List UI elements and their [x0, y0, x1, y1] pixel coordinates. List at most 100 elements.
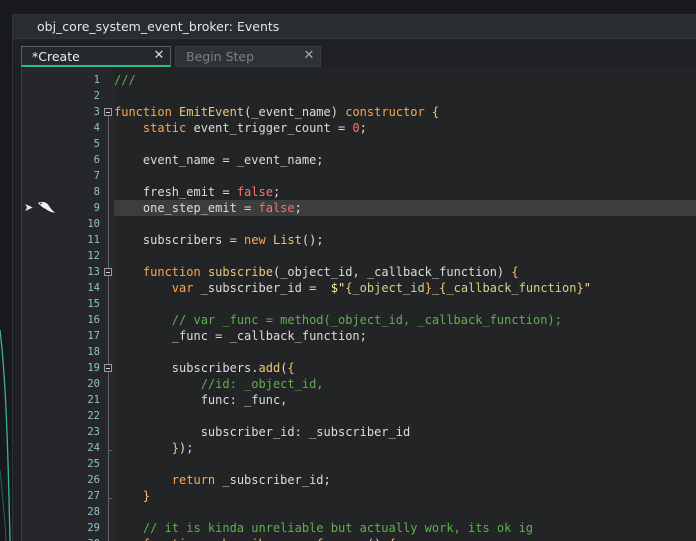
line-number: 10 [87, 218, 100, 230]
code-token: { [511, 265, 519, 279]
code-line[interactable]: // var _func = method(_object_id, _callb… [114, 312, 562, 328]
code-token: { [287, 361, 295, 375]
code-token: ; [359, 121, 367, 135]
code-line[interactable]: one_step_emit = false; [114, 200, 302, 216]
code-line[interactable]: // it is kinda unreliable but actually w… [114, 520, 533, 536]
code-line[interactable]: return _subscriber_id; [114, 472, 331, 488]
code-token: constructor [345, 105, 425, 119]
code-token: _subscriber_id = [193, 281, 331, 295]
code-line[interactable]: function subscribe(_object_id, _callback… [114, 264, 519, 280]
code-token: event_name = _event_name; [114, 153, 324, 167]
code-line[interactable]: function EmitEvent(_event_name) construc… [114, 104, 439, 120]
code-token: EmitEvent [179, 105, 245, 119]
code-token: false [258, 201, 295, 215]
code-line[interactable]: static event_trigger_count = 0; [114, 120, 367, 136]
code-editor[interactable]: ➤ 1 2 3 4 5 6 7 8 9 10 11 12 13 14 15 16 17 18 19 20 21 22 23 2… [21, 68, 696, 541]
bird-icon [38, 202, 55, 213]
code-line[interactable]: _func = _callback_function; [114, 328, 367, 344]
line-number: 17 [87, 330, 100, 342]
line-number: 28 [87, 506, 100, 518]
code-token: //id: _object_id, [114, 377, 324, 391]
code-token: // it is kinda unreliable but actually w… [114, 521, 534, 535]
line-number: 3 [93, 106, 100, 118]
code-line[interactable]: }); [114, 440, 194, 456]
fold-toggle-icon[interactable] [104, 268, 112, 276]
line-number: 6 [93, 154, 100, 166]
line-gutter: ➤ 1 2 3 4 5 6 7 8 9 10 11 12 13 14 15 16 17 18 19 20 21 22 23 2… [22, 68, 114, 541]
code-token: { [389, 537, 396, 541]
fold-toggle-icon[interactable] [104, 364, 112, 372]
line-number: 5 [93, 138, 100, 150]
code-token: var [171, 281, 194, 295]
fold-end-marker [108, 498, 112, 499]
fold-guide [108, 372, 109, 450]
line-number: 29 [87, 522, 100, 534]
code-token: } [171, 441, 180, 455]
code-line[interactable]: func: _func, [114, 392, 288, 408]
line-number: 16 [87, 314, 100, 326]
code-line[interactable]: subscriber_id: _subscriber_id [114, 424, 411, 440]
code-token: return [171, 473, 216, 487]
line-number: 24 [87, 442, 100, 454]
tab-begin-step[interactable]: Begin Step ✕ [175, 46, 321, 67]
code-token: subscribers. [114, 361, 259, 375]
code-line[interactable]: subscribers.add({ [114, 360, 295, 376]
line-number: 13 [87, 266, 100, 278]
close-icon[interactable]: ✕ [152, 49, 166, 63]
line-number: 12 [87, 250, 100, 262]
line-number: 18 [87, 346, 100, 358]
code-token: { [424, 105, 440, 119]
code-token: subscribe_as_reference [208, 537, 367, 541]
code-line[interactable]: function subscribe_as_reference() { [114, 536, 396, 541]
code-token: (_event_name) [244, 105, 346, 119]
window-titlebar[interactable]: obj_core_system_event_broker: Events [13, 15, 696, 39]
code-token: function [142, 265, 201, 279]
code-token: function [114, 105, 180, 119]
code-token: one_step_emit = [114, 201, 259, 215]
code-token: 0 [352, 121, 360, 135]
code-line[interactable]: var _subscriber_id = $"{_object_id}_{_ca… [114, 280, 591, 296]
line-number: 22 [87, 410, 100, 422]
code-token: func: _func, [114, 393, 288, 407]
code-token: add [258, 361, 281, 375]
code-line[interactable]: } [114, 488, 150, 504]
code-token: } [142, 489, 151, 503]
fold-toggle-icon[interactable] [104, 108, 112, 116]
code-line[interactable]: fresh_emit = false; [114, 184, 280, 200]
tab-create[interactable]: *Create ✕ [21, 46, 171, 67]
code-line[interactable]: subscribers = new List(); [114, 232, 324, 248]
line-number: 7 [93, 170, 100, 182]
code-token: subscribers = [114, 233, 245, 247]
code-token: _subscriber_id; [215, 473, 331, 487]
code-token: // var _func = method(_object_id, _callb… [114, 313, 562, 327]
line-number: 15 [87, 298, 100, 310]
code-line[interactable]: //id: _object_id, [114, 376, 324, 392]
breakpoint-arrow-icon[interactable]: ➤ [24, 201, 33, 214]
code-line[interactable]: /// [114, 72, 136, 88]
event-editor-window: obj_core_system_event_broker: Events *Cr… [12, 14, 696, 541]
tab-begin-step-label: Begin Step [186, 49, 255, 64]
close-icon[interactable]: ✕ [302, 49, 316, 63]
code-line[interactable]: event_name = _event_name; [114, 152, 324, 168]
line-number: 14 [87, 282, 100, 294]
code-token: ); [179, 441, 194, 455]
code-token: $" [330, 281, 346, 295]
code-token: () [367, 537, 389, 541]
line-number: 26 [87, 474, 100, 486]
fold-end-marker [108, 450, 112, 451]
line-number: 27 [87, 490, 100, 502]
code-token: } [576, 281, 584, 295]
code-area[interactable]: /// function EmitEvent(_event_name) const… [114, 68, 696, 541]
line-number: 1 [93, 74, 100, 86]
code-token: /// [114, 73, 136, 87]
line-number: 2 [93, 90, 100, 102]
code-token: } [424, 281, 432, 295]
event-tab-bar: *Create ✕ Begin Step ✕ [13, 39, 696, 67]
code-token: function [143, 537, 201, 541]
line-number: 4 [93, 122, 100, 134]
